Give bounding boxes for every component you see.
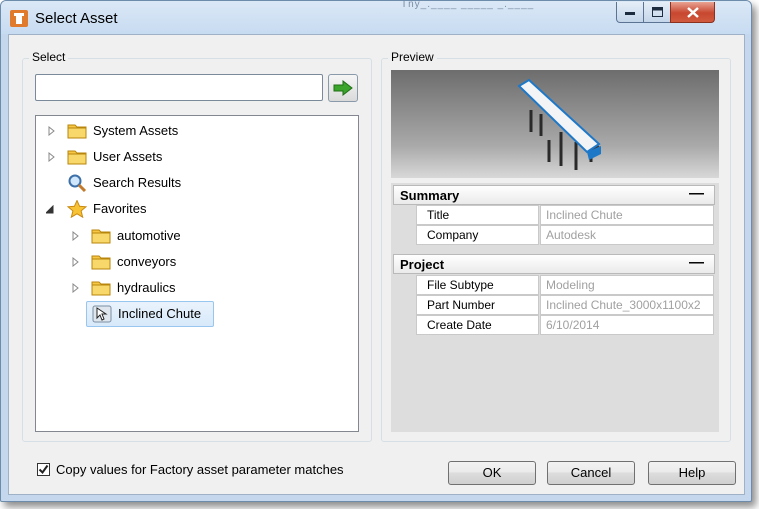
tree-item-label: User Assets [93, 149, 163, 164]
minimize-button[interactable] [616, 2, 644, 23]
minimize-icon [625, 12, 635, 15]
search-go-button[interactable] [328, 74, 358, 102]
magnifier-icon [68, 174, 87, 192]
property-row-file-subtype: File Subtype Modeling [416, 275, 714, 295]
property-name: Title [416, 205, 539, 225]
property-value: Modeling [540, 275, 714, 295]
collapse-icon[interactable]: — [689, 185, 704, 202]
green-arrow-right-icon [333, 80, 353, 96]
tree-item-label: conveyors [117, 254, 177, 269]
property-value: Inclined Chute [540, 205, 714, 225]
property-name: File Subtype [416, 275, 539, 295]
tree-item-inclined-chute[interactable]: Inclined Chute [86, 301, 214, 327]
folder-icon [91, 229, 111, 244]
star-icon [67, 200, 87, 218]
close-button[interactable] [670, 2, 715, 23]
folder-icon [67, 150, 87, 165]
section-title: Project [400, 257, 445, 272]
search-input[interactable] [35, 74, 323, 101]
property-row-create-date: Create Date 6/10/2014 [416, 315, 714, 335]
property-value: 6/10/2014 [540, 315, 714, 335]
tree-item-search-results[interactable]: Search Results [48, 171, 248, 195]
asset-icon [92, 305, 112, 323]
close-icon [686, 6, 699, 18]
maximize-icon [651, 7, 663, 17]
property-grid: Summary — Title Inclined Chute Company A… [391, 183, 719, 432]
checkmark-icon [38, 464, 49, 475]
tree-item-conveyors[interactable]: conveyors [72, 250, 272, 274]
tree-item-label: Search Results [93, 175, 182, 190]
app-logo-icon [10, 10, 28, 27]
copy-values-label[interactable]: Copy values for Factory asset parameter … [56, 462, 344, 477]
tree-item-hydraulics[interactable]: hydraulics [72, 276, 272, 300]
expand-arrow-icon [48, 152, 55, 162]
collapse-arrow-icon [46, 205, 54, 214]
inclined-chute-thumbnail-icon [517, 78, 601, 170]
dialog-title: Select Asset [35, 10, 118, 27]
asset-tree[interactable]: System Assets User Assets Search Results… [35, 115, 359, 432]
expand-arrow-icon [72, 231, 79, 241]
tree-item-automotive[interactable]: automotive [72, 224, 272, 248]
property-value: Autodesk [540, 225, 714, 245]
ok-button[interactable]: OK [448, 461, 536, 485]
select-group-label: Select [29, 50, 69, 64]
tree-item-system-assets[interactable]: System Assets [48, 119, 248, 143]
expand-arrow-icon [72, 283, 79, 293]
tree-item-user-assets[interactable]: User Assets [48, 145, 248, 169]
dialog-body: Select System Assets User Assets Search … [8, 34, 745, 495]
property-row-company: Company Autodesk [416, 225, 714, 245]
cancel-button[interactable]: Cancel [547, 461, 635, 485]
tree-item-label: System Assets [93, 123, 179, 138]
maximize-button[interactable] [643, 2, 671, 23]
tree-item-label: hydraulics [117, 280, 176, 295]
tree-item-label: automotive [117, 228, 181, 243]
expand-arrow-icon [72, 257, 79, 267]
folder-icon [91, 281, 111, 296]
tree-item-label: Inclined Chute [118, 306, 202, 321]
tree-item-favorites[interactable]: Favorites [46, 197, 248, 221]
folder-icon [67, 124, 87, 139]
folder-icon [91, 255, 111, 270]
property-value: Inclined Chute_3000x1100x2 [540, 295, 714, 315]
property-name: Part Number [416, 295, 539, 315]
summary-section-header[interactable]: Summary — [393, 185, 715, 205]
copy-values-checkbox[interactable] [37, 463, 50, 476]
asset-preview-thumbnail [391, 70, 719, 178]
select-asset-dialog: Select Asset Tny_.____ _____ _.____ Sele… [0, 0, 752, 502]
collapse-icon[interactable]: — [689, 254, 704, 271]
help-button[interactable]: Help [648, 461, 736, 485]
titlebar-background-text: Tny_.____ _____ _.____ [401, 0, 535, 10]
tree-item-label: Favorites [93, 201, 147, 216]
preview-group-label: Preview [388, 50, 437, 64]
property-name: Company [416, 225, 539, 245]
property-row-title: Title Inclined Chute [416, 205, 714, 225]
property-name: Create Date [416, 315, 539, 335]
expand-arrow-icon [48, 126, 55, 136]
project-section-header[interactable]: Project — [393, 254, 715, 274]
section-title: Summary [400, 188, 460, 203]
property-row-part-number: Part Number Inclined Chute_3000x1100x2 [416, 295, 714, 315]
title-bar[interactable]: Select Asset Tny_.____ _____ _.____ [1, 1, 751, 34]
